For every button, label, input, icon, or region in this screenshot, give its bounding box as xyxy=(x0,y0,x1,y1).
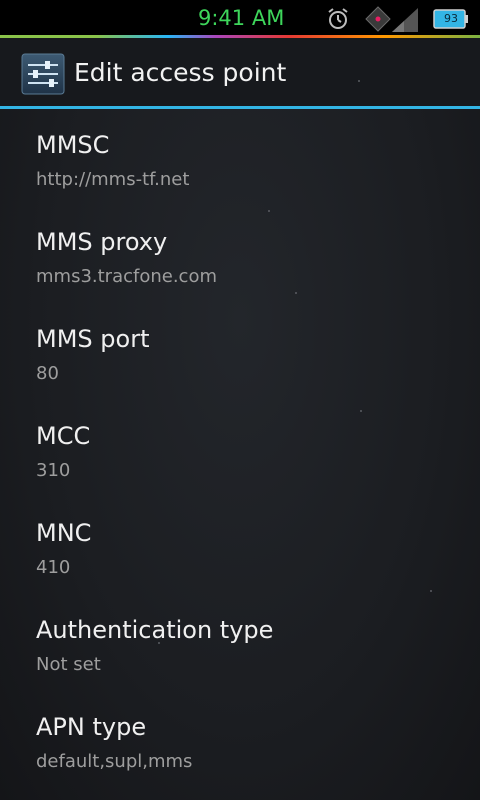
signal-icon xyxy=(365,6,418,32)
pref-item-mcc[interactable]: MCC 310 xyxy=(0,400,480,497)
battery-icon: 93 xyxy=(433,8,469,30)
pref-title: MMSC xyxy=(36,131,110,159)
action-bar: Edit access point xyxy=(0,38,480,106)
settings-sliders-icon[interactable] xyxy=(21,53,65,95)
pref-summary: mms3.tracfone.com xyxy=(36,266,218,287)
pref-item-mms-port[interactable]: MMS port 80 xyxy=(0,303,480,400)
pref-item-mms-proxy[interactable]: MMS proxy mms3.tracfone.com xyxy=(0,206,480,303)
background-speck xyxy=(268,210,270,212)
pref-summary: 310 xyxy=(36,460,71,481)
pref-item-mmsc[interactable]: MMSC http://mms-tf.net xyxy=(0,109,480,206)
pref-summary: http://mms-tf.net xyxy=(36,169,190,190)
background-speck xyxy=(360,410,362,412)
pref-item-authentication-type[interactable]: Authentication type Not set xyxy=(0,594,480,691)
pref-title: APN type xyxy=(36,713,147,741)
alarm-icon xyxy=(328,8,348,29)
pref-summary: Not set xyxy=(36,654,101,675)
pref-title: MNC xyxy=(36,519,92,547)
pref-item-mnc[interactable]: MNC 410 xyxy=(0,497,480,594)
background-speck xyxy=(158,642,160,644)
pref-title: MMS proxy xyxy=(36,228,168,256)
pref-title: Authentication type xyxy=(36,616,274,644)
background-speck xyxy=(430,590,432,592)
status-bar: 9:41 AM 93 xyxy=(0,0,480,38)
pref-summary: 80 xyxy=(36,363,59,384)
screen: 9:41 AM 93 Edit access point MMSC http:/… xyxy=(0,0,480,800)
pref-title: MMS port xyxy=(36,325,150,353)
pref-summary: default,supl,mms xyxy=(36,751,193,772)
background-speck xyxy=(358,80,360,82)
battery-level: 93 xyxy=(444,12,458,25)
status-clock: 9:41 AM xyxy=(198,6,285,30)
pref-item-apn-type[interactable]: APN type default,supl,mms xyxy=(0,691,480,788)
preference-list: MMSC http://mms-tf.net MMS proxy mms3.tr… xyxy=(0,109,480,788)
page-title: Edit access point xyxy=(74,58,287,87)
background-speck xyxy=(295,292,297,294)
pref-title: MCC xyxy=(36,422,91,450)
pref-summary: 410 xyxy=(36,557,71,578)
